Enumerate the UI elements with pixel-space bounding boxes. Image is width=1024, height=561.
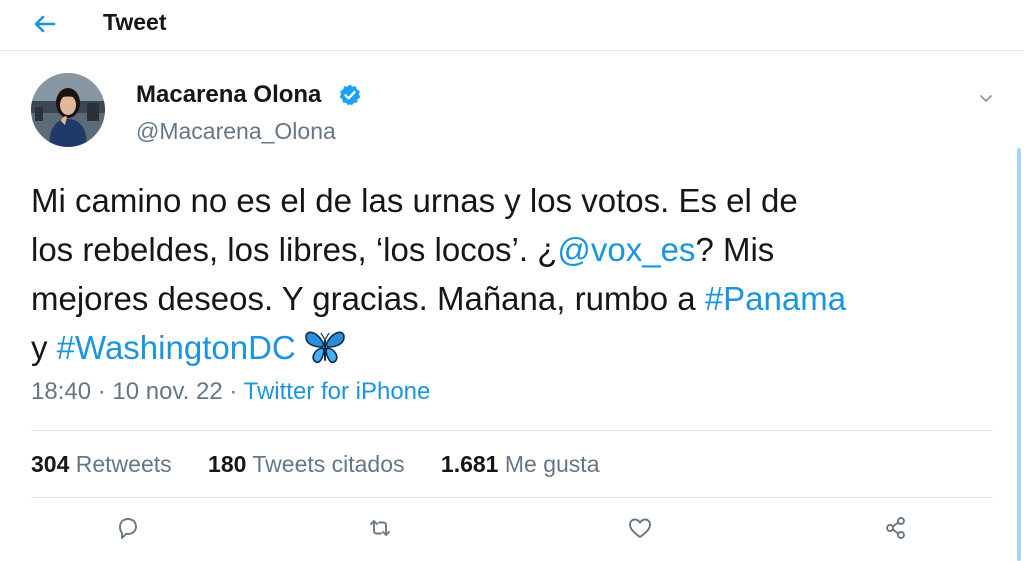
tweet-line: Mi camino no es el de las urnas y los vo… <box>31 176 1001 225</box>
likes-stat[interactable]: 1.681 Me gusta <box>441 451 600 478</box>
avatar[interactable] <box>31 73 105 147</box>
hashtag-link[interactable]: #WashingtonDC <box>57 329 296 366</box>
meta-separator: · <box>97 378 106 405</box>
tweet-text-segment: ? Mis <box>695 231 775 268</box>
hashtag-link[interactable]: #Panama <box>705 280 846 317</box>
tweet-line: mejores deseos. Y gracias. Mañana, rumbo… <box>31 274 1001 323</box>
verified-badge-icon <box>339 84 361 106</box>
author-handle[interactable]: @Macarena_Olona <box>136 118 336 145</box>
retweets-label: Retweets <box>75 451 172 477</box>
quotes-label: Tweets citados <box>252 451 405 477</box>
mention-link[interactable]: @vox_es <box>557 231 695 268</box>
quotes-count: 180 <box>208 451 247 477</box>
tweet-time: 18:40 <box>31 378 92 405</box>
like-icon[interactable] <box>626 514 654 542</box>
tweet-date: 10 nov. 22 <box>112 378 223 405</box>
meta-separator: · <box>229 378 238 405</box>
author-name[interactable]: Macarena Olona <box>136 81 321 109</box>
share-icon[interactable] <box>882 514 910 542</box>
butterfly-emoji-icon <box>304 331 345 364</box>
tweet-text-segment: Mi camino no es el de las urnas y los vo… <box>31 182 798 219</box>
reply-icon[interactable] <box>114 514 142 542</box>
retweets-count: 304 <box>31 451 70 477</box>
tweet-text-segment: y <box>31 329 57 366</box>
chevron-down-icon[interactable] <box>976 88 996 108</box>
scrollbar[interactable] <box>1017 148 1021 561</box>
retweets-stat[interactable]: 304 Retweets <box>31 451 172 478</box>
tweet-line: y #WashingtonDC <box>31 323 1001 372</box>
divider <box>31 430 993 431</box>
profile-photo <box>31 73 105 147</box>
divider <box>31 497 993 498</box>
quote-tweets-stat[interactable]: 180 Tweets citados <box>208 451 405 478</box>
retweet-icon[interactable] <box>366 514 394 542</box>
engagement-stats: 304 Retweets 180 Tweets citados 1.681 Me… <box>31 451 629 478</box>
tweet-source-link[interactable]: Twitter for iPhone <box>244 378 431 405</box>
back-button[interactable] <box>30 10 62 38</box>
tweet-metadata: 18:40 · 10 nov. 22 · Twitter for iPhone <box>31 378 430 406</box>
page-title: Tweet <box>103 9 167 35</box>
arrow-left-icon <box>34 15 56 33</box>
tweet-text-segment: mejores deseos. Y gracias. Mañana, rumbo… <box>31 280 705 317</box>
likes-count: 1.681 <box>440 451 499 477</box>
likes-label: Me gusta <box>504 451 600 477</box>
tweet-text-segment: los rebeldes, los libres, ‘los locos’. ¿ <box>31 231 558 268</box>
tweet-line: los rebeldes, los libres, ‘los locos’. ¿… <box>31 225 1001 274</box>
top-bar: Tweet <box>0 0 1024 51</box>
tweet-text: Mi camino no es el de las urnas y los vo… <box>31 176 1001 372</box>
